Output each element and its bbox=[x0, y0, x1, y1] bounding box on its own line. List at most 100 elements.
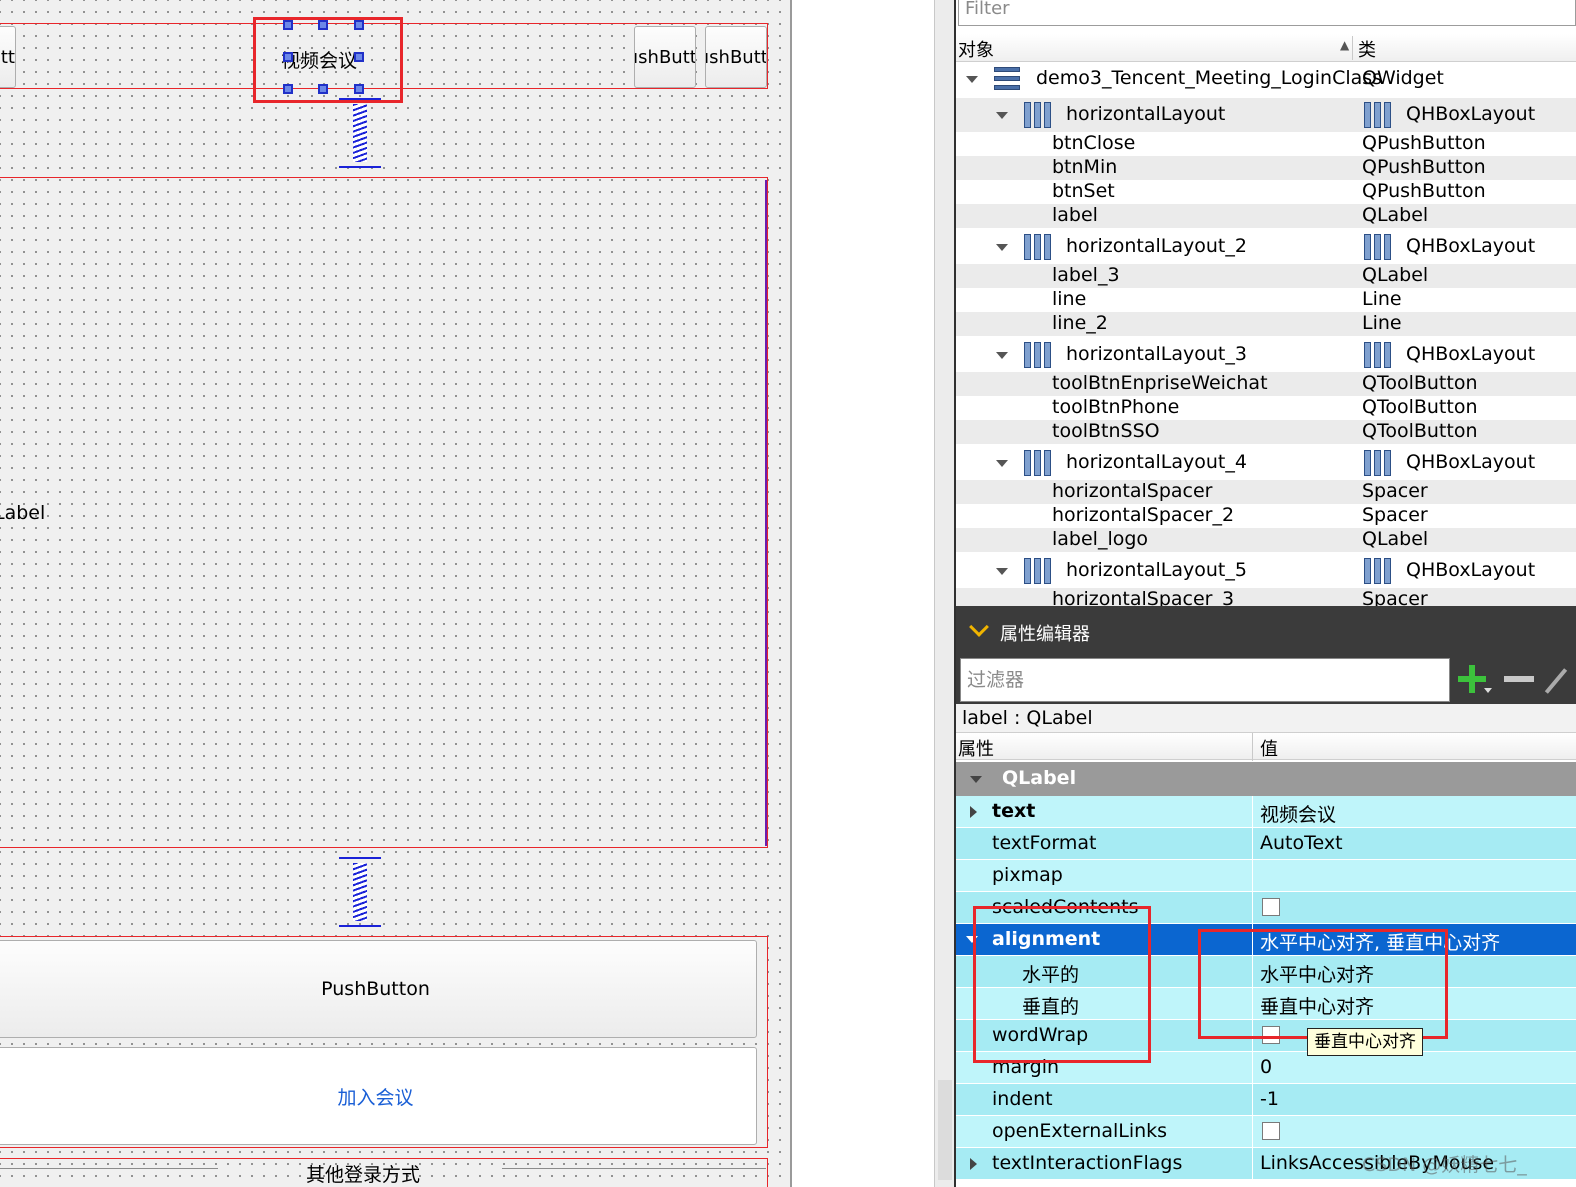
property-editor-title: 属性编辑器 bbox=[1000, 624, 1090, 645]
property-editor-titlebar[interactable]: 属性编辑器 bbox=[956, 606, 1576, 656]
tree-row-name: horizontalLayout_4 bbox=[1066, 451, 1247, 473]
tree-row-name: label bbox=[1052, 204, 1098, 226]
hbox-layout-icon bbox=[1024, 234, 1052, 260]
tree-row[interactable]: label_3 QLabel bbox=[956, 264, 1576, 288]
join-meeting-button[interactable]: 加入会议 bbox=[0, 1047, 757, 1145]
tree-row-name: toolBtnEnpriseWeichat bbox=[1052, 372, 1268, 394]
tree-row-class: QHBoxLayout bbox=[1406, 343, 1536, 365]
btn-close-preview[interactable]: tt bbox=[0, 26, 16, 88]
property-value[interactable]: AutoText bbox=[1260, 832, 1343, 854]
btn-close-text: tt bbox=[0, 46, 15, 68]
watermark: CSDN @妖精七七_ bbox=[1362, 1154, 1527, 1176]
tree-row-class: QHBoxLayout bbox=[1406, 559, 1536, 581]
tree-row[interactable]: horizontalLayout_5 QHBoxLayout bbox=[956, 554, 1576, 588]
line-left bbox=[0, 1168, 218, 1169]
tree-row[interactable]: horizontalSpacer_2 Spacer bbox=[956, 504, 1576, 528]
tree-row-class: Spacer bbox=[1362, 588, 1428, 606]
property-name: text bbox=[992, 800, 1036, 822]
property-value[interactable]: 0 bbox=[1260, 1056, 1272, 1078]
tree-row-class: QHBoxLayout bbox=[1406, 235, 1536, 257]
btn-min-text: ıshButt bbox=[634, 46, 696, 68]
tree-row-class: QHBoxLayout bbox=[1406, 451, 1536, 473]
btn-min-preview[interactable]: ıshButt bbox=[634, 26, 696, 88]
hbox-layout-icon bbox=[1364, 450, 1392, 476]
expand-arrow-icon[interactable] bbox=[996, 460, 1008, 467]
tree-row-name: horizontalLayout_3 bbox=[1066, 343, 1247, 365]
tree-row-name: toolBtnPhone bbox=[1052, 396, 1180, 418]
tree-row[interactable]: label QLabel bbox=[956, 204, 1576, 228]
expand-arrow-icon[interactable] bbox=[996, 352, 1008, 359]
property-name: textFormat bbox=[992, 832, 1097, 854]
tree-row-name: horizontalSpacer_3 bbox=[1052, 588, 1235, 606]
property-filter-input[interactable]: 过滤器 bbox=[960, 658, 1450, 702]
tree-row-name: horizontalLayout_5 bbox=[1066, 559, 1247, 581]
remove-property-icon[interactable] bbox=[1504, 676, 1534, 682]
hbox-layout-icon bbox=[1364, 342, 1392, 368]
hbox-layout-icon bbox=[1024, 558, 1052, 584]
group-expand-icon[interactable] bbox=[970, 776, 982, 783]
tree-row[interactable]: line Line bbox=[956, 288, 1576, 312]
expand-arrow-icon[interactable] bbox=[996, 112, 1008, 119]
tree-row[interactable]: toolBtnSSO QToolButton bbox=[956, 420, 1576, 444]
property-checkbox[interactable] bbox=[1262, 898, 1280, 916]
object-filter-input[interactable]: Filter bbox=[958, 0, 1576, 26]
add-property-icon[interactable] bbox=[1456, 662, 1492, 696]
tree-row[interactable]: btnSet QPushButton bbox=[956, 180, 1576, 204]
tree-row-name: toolBtnSSO bbox=[1052, 420, 1160, 442]
column-object[interactable]: 对象 bbox=[958, 36, 994, 62]
property-row[interactable]: text 视频会议 bbox=[956, 796, 1576, 828]
property-value[interactable]: -1 bbox=[1260, 1088, 1279, 1110]
form-canvas[interactable]: tt 视频会议 ıshButt ıshButt Label PushBut bbox=[0, 0, 792, 1187]
tree-row-name: label_3 bbox=[1052, 264, 1120, 286]
tree-row-class: QToolButton bbox=[1362, 420, 1478, 442]
expand-arrow-icon[interactable] bbox=[996, 244, 1008, 251]
tree-row[interactable]: toolBtnEnpriseWeichat QToolButton bbox=[956, 372, 1576, 396]
expand-arrow-icon[interactable] bbox=[970, 806, 977, 818]
expand-arrow-icon[interactable] bbox=[966, 76, 978, 83]
annotation-highlight-property-names bbox=[973, 906, 1151, 1063]
tree-row-name: horizontalLayout_2 bbox=[1066, 235, 1247, 257]
column-value[interactable]: 值 bbox=[1260, 735, 1278, 761]
tree-row-name: demo3_Tencent_Meeting_LoginClass bbox=[1036, 67, 1383, 89]
tree-row-class: QToolButton bbox=[1362, 372, 1478, 394]
object-inspector-header: 对象 ▲ 类 bbox=[956, 34, 1576, 62]
property-group-qlabel[interactable]: QLabel bbox=[956, 762, 1576, 796]
logo-label[interactable]: Label bbox=[0, 502, 45, 524]
tree-row[interactable]: label_logo QLabel bbox=[956, 528, 1576, 552]
tree-row[interactable]: toolBtnPhone QToolButton bbox=[956, 396, 1576, 420]
property-row[interactable]: pixmap bbox=[956, 860, 1576, 892]
property-checkbox[interactable] bbox=[1262, 1122, 1280, 1140]
tree-row-class: Line bbox=[1362, 312, 1402, 334]
collapse-chevron-icon[interactable] bbox=[969, 617, 989, 637]
configure-icon[interactable] bbox=[1544, 668, 1568, 694]
other-login-label[interactable]: 其他登录方式 bbox=[306, 1160, 420, 1187]
tree-row[interactable]: horizontalSpacer Spacer bbox=[956, 480, 1576, 504]
tree-row[interactable]: btnMin QPushButton bbox=[956, 156, 1576, 180]
expand-arrow-icon[interactable] bbox=[970, 1158, 977, 1170]
property-row[interactable]: openExternalLinks bbox=[956, 1116, 1576, 1148]
tree-row[interactable]: line_2 Line bbox=[956, 312, 1576, 336]
expand-arrow-icon[interactable] bbox=[996, 568, 1008, 575]
tree-row[interactable]: demo3_Tencent_Meeting_LoginClass QWidget bbox=[956, 62, 1576, 96]
tree-row[interactable]: btnClose QPushButton bbox=[956, 132, 1576, 156]
vertical-spacer-top[interactable] bbox=[339, 98, 381, 168]
property-row[interactable]: indent -1 bbox=[956, 1084, 1576, 1116]
tree-row-name: line bbox=[1052, 288, 1087, 310]
push-button[interactable]: PushButton bbox=[0, 940, 757, 1038]
vertical-spacer-bottom[interactable] bbox=[339, 857, 381, 927]
column-class[interactable]: 类 bbox=[1358, 36, 1376, 62]
push-button-text: PushButton bbox=[321, 978, 430, 1000]
canvas-scrollbar[interactable] bbox=[934, 0, 954, 1187]
tree-row[interactable]: horizontalLayout QHBoxLayout bbox=[956, 98, 1576, 132]
property-value[interactable]: 视频会议 bbox=[1260, 800, 1336, 827]
property-row[interactable]: textFormat AutoText bbox=[956, 828, 1576, 860]
tree-row[interactable]: horizontalLayout_4 QHBoxLayout bbox=[956, 446, 1576, 480]
hbox-layout-icon bbox=[1024, 342, 1052, 368]
object-tree[interactable]: demo3_Tencent_Meeting_LoginClass QWidget h… bbox=[956, 62, 1576, 606]
property-name: indent bbox=[992, 1088, 1053, 1110]
tree-row[interactable]: horizontalSpacer_3 Spacer bbox=[956, 588, 1576, 606]
tree-row[interactable]: horizontalLayout_2 QHBoxLayout bbox=[956, 230, 1576, 264]
column-property[interactable]: 属性 bbox=[958, 735, 994, 761]
tree-row[interactable]: horizontalLayout_3 QHBoxLayout bbox=[956, 338, 1576, 372]
btn-set-preview[interactable]: ıshButt bbox=[705, 26, 767, 88]
